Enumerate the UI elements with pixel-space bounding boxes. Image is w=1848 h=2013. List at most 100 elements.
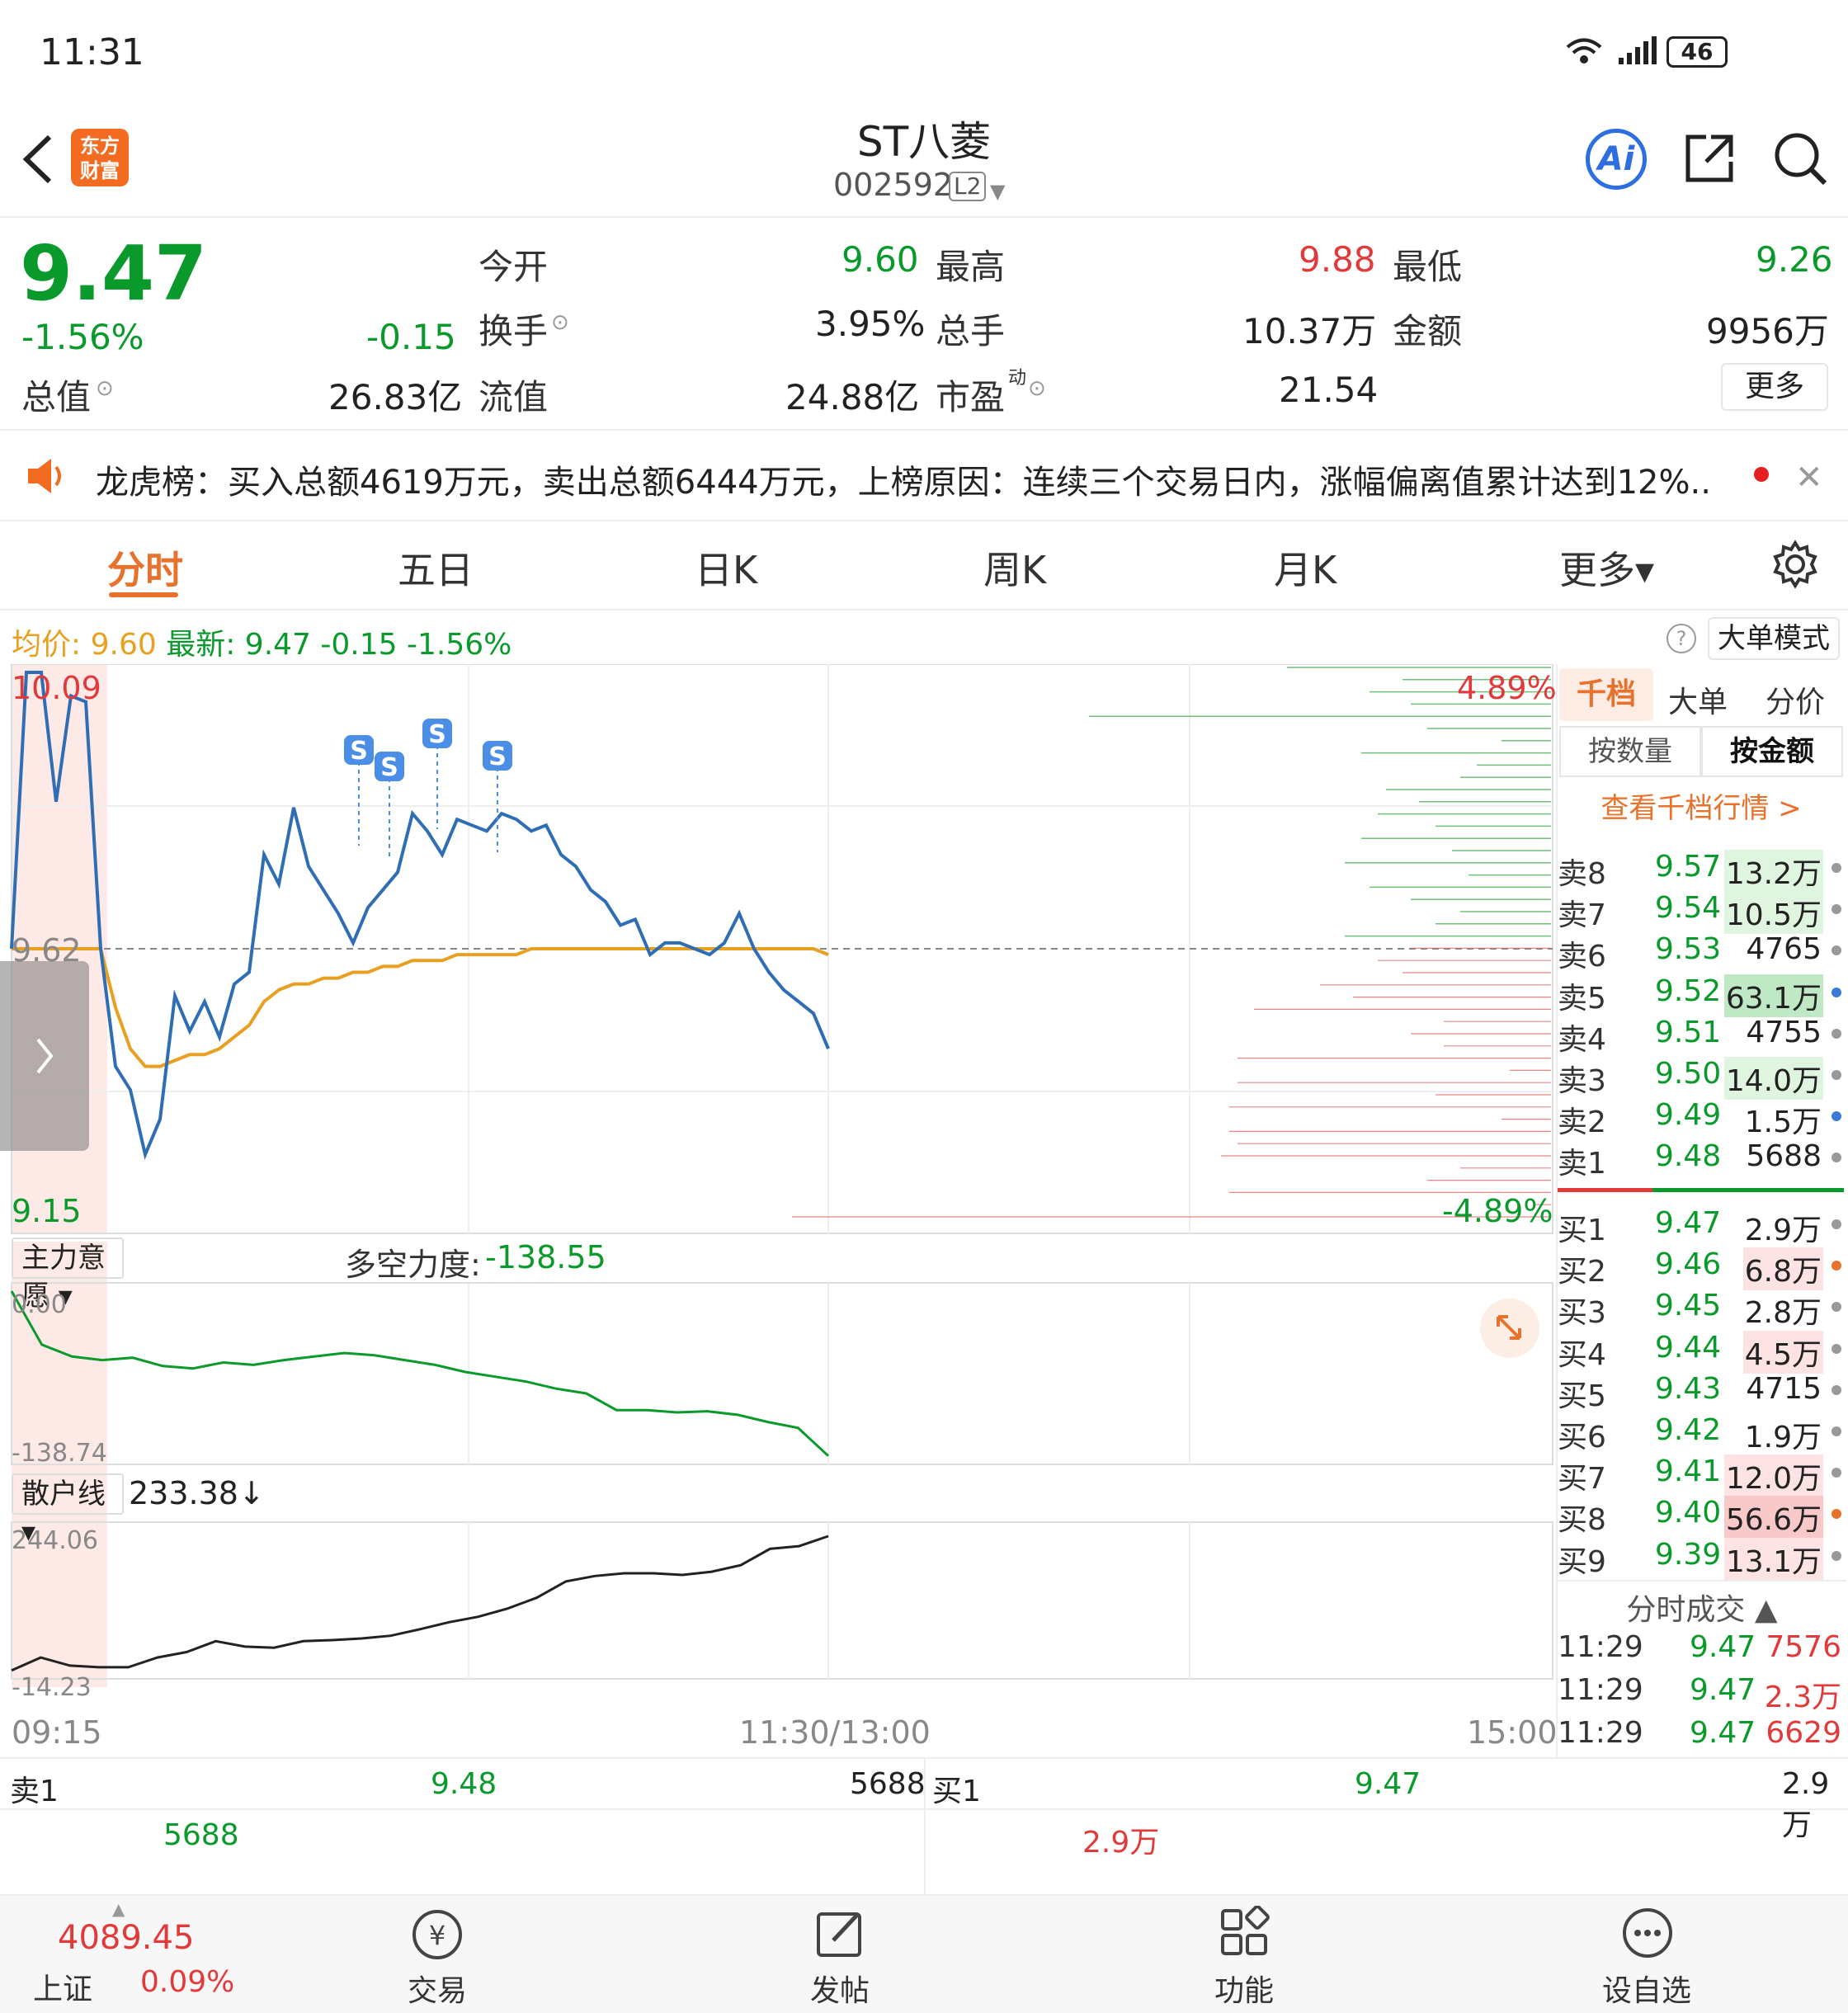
dragon-tiger-notice[interactable]: 龙虎榜：买入总额4619万元，卖出总额6444万元，上榜原因：连续三个交易日内，… bbox=[96, 455, 1713, 503]
bid-row[interactable]: 买1 9.47 2.9万 bbox=[1558, 1206, 1846, 1247]
trade-volume: 6629 bbox=[1766, 1716, 1841, 1750]
pe-info-icon[interactable]: ⊙ bbox=[1028, 376, 1046, 401]
index-name[interactable]: 上证 bbox=[33, 1965, 92, 2008]
ask-dot-icon bbox=[1832, 1028, 1841, 1039]
bid-row[interactable]: 买7 9.41 12.0万 bbox=[1558, 1454, 1846, 1498]
tab-thousand-levels[interactable]: 千档 bbox=[1559, 668, 1653, 721]
trade-icon[interactable]: ¥ bbox=[408, 1907, 467, 1965]
low-label: 最低 bbox=[1393, 247, 1463, 287]
sell-markers[interactable]: S S S S bbox=[344, 719, 512, 860]
ask-row[interactable]: 卖1 9.48 5688 bbox=[1558, 1139, 1846, 1181]
fullscreen-icon[interactable] bbox=[1480, 1299, 1539, 1358]
expand-panel-handle[interactable] bbox=[0, 961, 89, 1151]
tab-weekly-k[interactable]: 周K bbox=[983, 540, 1046, 595]
bid-price: 9.43 bbox=[1655, 1371, 1722, 1406]
share-icon[interactable] bbox=[1681, 130, 1737, 190]
latest-label: 最新: bbox=[166, 628, 236, 662]
svg-text:S: S bbox=[380, 753, 398, 782]
time-end-label: 15:00 bbox=[1467, 1714, 1558, 1751]
more-quote-button[interactable]: 更多 bbox=[1721, 363, 1828, 411]
bid-level-label: 买3 bbox=[1558, 1296, 1606, 1331]
cell-signal-icon bbox=[1617, 36, 1658, 69]
view-thousand-levels-link[interactable]: 查看千档行情 > bbox=[1559, 785, 1843, 826]
ask-row[interactable]: 卖8 9.57 13.2万 bbox=[1558, 850, 1846, 893]
ask-row[interactable]: 卖2 9.49 1.5万 bbox=[1558, 1098, 1846, 1139]
spread-bar-buy bbox=[1652, 1188, 1844, 1192]
add-watchlist-icon[interactable] bbox=[1620, 1906, 1675, 1964]
tab-five-day[interactable]: 五日 bbox=[398, 540, 474, 595]
close-notice-icon[interactable]: ✕ bbox=[1795, 459, 1823, 497]
average-price-line bbox=[12, 947, 829, 1068]
bid-level-label: 买4 bbox=[1558, 1337, 1606, 1372]
tab-more[interactable]: 更多▾ bbox=[1559, 540, 1654, 595]
chart-info-line: 均价: 9.60 最新: 9.47 -0.15 -1.56% bbox=[12, 620, 512, 663]
post-icon[interactable] bbox=[813, 1906, 868, 1964]
ask-price: 9.57 bbox=[1655, 850, 1722, 884]
change-amount: -0.15 bbox=[366, 317, 456, 357]
bid-row[interactable]: 买6 9.42 1.9万 bbox=[1558, 1413, 1846, 1454]
ai-assistant-icon[interactable]: Ai bbox=[1586, 129, 1647, 190]
code-dropdown-icon[interactable]: ▼ bbox=[990, 180, 1005, 203]
tab-monthly-k[interactable]: 月K bbox=[1274, 540, 1336, 595]
ask-row[interactable]: 卖4 9.51 4755 bbox=[1558, 1016, 1846, 1057]
bid-row[interactable]: 买5 9.43 4715 bbox=[1558, 1372, 1846, 1413]
info-icon[interactable]: ⊙ bbox=[96, 376, 114, 401]
nav-trade[interactable]: 交易 bbox=[380, 1967, 495, 2010]
unread-dot bbox=[1754, 467, 1769, 482]
settings-gear-icon[interactable] bbox=[1770, 540, 1820, 592]
by-quantity-button[interactable]: 按数量 bbox=[1559, 726, 1701, 777]
bid-dot-icon bbox=[1832, 1302, 1841, 1313]
bid-row[interactable]: 买2 9.46 6.8万 bbox=[1558, 1247, 1846, 1291]
speaker-icon bbox=[25, 455, 68, 500]
bid-dot-icon bbox=[1832, 1219, 1841, 1229]
bid-volume: 2.9万 bbox=[1744, 1214, 1822, 1247]
ask-row[interactable]: 卖5 9.52 63.1万 bbox=[1558, 974, 1846, 1017]
index-up-arrow-icon: ▲ bbox=[112, 1899, 125, 1919]
by-amount-button[interactable]: 按金额 bbox=[1701, 726, 1843, 777]
bid-price: 9.45 bbox=[1655, 1289, 1722, 1323]
spread-bar-sell bbox=[1558, 1188, 1652, 1192]
bid-volume: 1.9万 bbox=[1744, 1421, 1822, 1454]
stock-code: 002592 bbox=[833, 167, 954, 203]
index-pct[interactable]: 0.09% bbox=[140, 1965, 234, 1999]
ask-price: 9.52 bbox=[1655, 974, 1722, 1008]
bid-level-label: 买5 bbox=[1558, 1379, 1606, 1413]
long-short-label: 多空力度: bbox=[345, 1247, 481, 1283]
ask-row[interactable]: 卖3 9.50 14.0万 bbox=[1558, 1057, 1846, 1100]
bid-row[interactable]: 买3 9.45 2.8万 bbox=[1558, 1289, 1846, 1330]
svg-text:S: S bbox=[350, 737, 368, 766]
bid-row[interactable]: 买9 9.39 13.1万 bbox=[1558, 1537, 1846, 1581]
chart-canvas[interactable]: S S S S bbox=[0, 664, 1555, 1712]
pe-label: 市盈 bbox=[936, 377, 1006, 417]
ask-price: 9.51 bbox=[1655, 1015, 1722, 1049]
tab-intraday[interactable]: 分时 bbox=[107, 540, 183, 595]
tab-price-distribution[interactable]: 分价 bbox=[1766, 678, 1825, 721]
bid-price: 9.40 bbox=[1655, 1496, 1722, 1530]
divider bbox=[924, 1759, 926, 1895]
nav-functions[interactable]: 功能 bbox=[1186, 1967, 1302, 2010]
ask-row[interactable]: 卖7 9.54 10.5万 bbox=[1558, 891, 1846, 935]
nav-add-watchlist[interactable]: 设自选 bbox=[1589, 1967, 1704, 2010]
trades-title[interactable]: 分时成交 ▲ bbox=[1558, 1586, 1846, 1629]
index-value[interactable]: 4089.45 bbox=[58, 1919, 194, 1957]
bottom-ask-label: 卖1 bbox=[10, 1775, 59, 1808]
retail-line-selector[interactable]: 散户线 ▾ bbox=[12, 1473, 124, 1549]
battery-level: 46 bbox=[1681, 38, 1714, 65]
big-order-mode-button[interactable]: 大单模式 bbox=[1708, 617, 1840, 660]
bid-row[interactable]: 买8 9.40 56.6万 bbox=[1558, 1496, 1846, 1539]
tab-daily-k[interactable]: 日K bbox=[695, 540, 757, 595]
main-force-line bbox=[10, 1290, 830, 1457]
ask-row[interactable]: 卖6 9.53 4765 bbox=[1558, 932, 1846, 974]
nav-post[interactable]: 发帖 bbox=[782, 1967, 898, 2010]
functions-icon[interactable] bbox=[1218, 1905, 1272, 1964]
amount-label: 金额 bbox=[1393, 311, 1463, 351]
tab-big-orders[interactable]: 大单 bbox=[1668, 678, 1728, 721]
help-icon[interactable]: ? bbox=[1666, 624, 1696, 653]
search-icon[interactable] bbox=[1770, 129, 1830, 191]
ask-dot-icon bbox=[1832, 863, 1841, 873]
sub1-top-label: 0.00 bbox=[12, 1290, 67, 1319]
bid-row[interactable]: 买4 9.44 4.5万 bbox=[1558, 1330, 1846, 1374]
main-force-selector[interactable]: 主力意愿 ▾ bbox=[12, 1238, 124, 1313]
turnover-info-icon[interactable]: ⊙ bbox=[551, 310, 569, 335]
bid-volume: 2.8万 bbox=[1744, 1296, 1822, 1331]
